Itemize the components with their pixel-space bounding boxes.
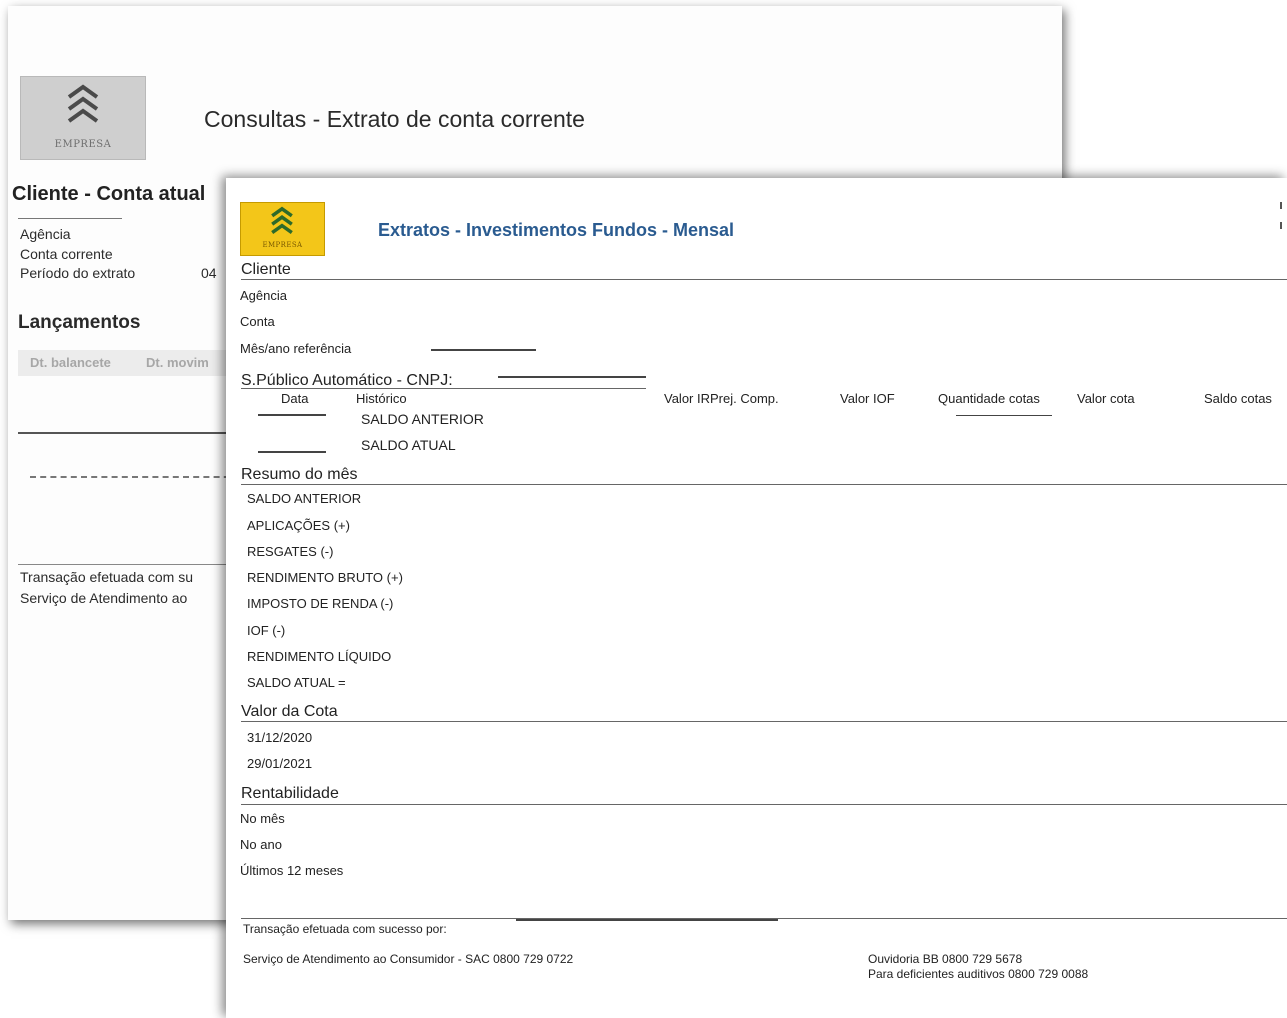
footer-servico: Serviço de Atendimento ao (20, 590, 188, 606)
edge-mark (1280, 222, 1282, 229)
rentabilidade-item: No ano (240, 837, 282, 852)
section-rule (241, 804, 1287, 805)
front-document-page: EMPRESA Extratos - Investimentos Fundos … (226, 178, 1287, 1018)
rentabilidade-heading: Rentabilidade (241, 785, 339, 802)
cliente-heading: Cliente - Conta atual (12, 183, 206, 205)
footer-sac: Serviço de Atendimento ao Consumidor - S… (243, 952, 574, 966)
cliente-heading: Cliente (241, 261, 291, 278)
redacted-name (516, 919, 778, 921)
section-rule (241, 721, 1287, 722)
resumo-item: RENDIMENTO LÍQUIDO (247, 649, 392, 664)
bank-logo-icon (271, 206, 293, 234)
redacted-value (956, 415, 1052, 416)
footer-transacao: Transação efetuada com sucesso por: (243, 922, 447, 936)
resumo-heading: Resumo do mês (241, 466, 358, 483)
table-header: Dt. balancete Dt. movim (18, 350, 238, 376)
redacted-value (431, 349, 536, 351)
divider (18, 218, 122, 219)
column-header-quantidade: Quantidade cotas (938, 391, 1040, 406)
cota-date: 31/12/2020 (247, 730, 313, 745)
resumo-item: IMPOSTO DE RENDA (-) (247, 596, 394, 611)
resumo-item: IOF (-) (247, 623, 286, 638)
resumo-item: APLICAÇÕES (+) (247, 518, 350, 533)
page-title: Consultas - Extrato de conta corrente (204, 106, 585, 132)
resumo-item: RENDIMENTO BRUTO (+) (247, 570, 403, 585)
column-header: Dt. movim (146, 355, 209, 370)
agencia-label: Agência (20, 226, 71, 242)
footer-ouvidoria: Ouvidoria BB 0800 729 5678 (868, 952, 1023, 966)
section-rule (241, 484, 1287, 485)
resumo-item: SALDO ATUAL = (247, 675, 346, 690)
footer-transacao: Transação efetuada com su (20, 569, 194, 585)
edge-mark (1280, 202, 1282, 209)
rentabilidade-item: No mês (240, 811, 285, 826)
logo-caption: EMPRESA (262, 241, 303, 249)
mes-ano-label: Mês/ano referência (240, 341, 352, 356)
divider (18, 564, 248, 565)
bank-logo-gray: EMPRESA (20, 76, 146, 160)
column-header-irprej: Valor IRPrej. Comp. (664, 391, 779, 406)
resumo-item: RESGATES (-) (247, 544, 334, 559)
table-row: SALDO ATUAL (361, 437, 456, 453)
column-header-valor-cota: Valor cota (1077, 391, 1135, 406)
rentabilidade-item: Últimos 12 meses (240, 863, 344, 878)
column-header-saldo-cotas: Saldo cotas (1204, 391, 1272, 406)
redacted-date (258, 414, 326, 416)
bank-logo-icon (67, 84, 99, 123)
lancamentos-heading: Lançamentos (18, 312, 141, 333)
column-header: Dt. balancete (30, 355, 111, 370)
periodo-value: 04 (201, 265, 217, 281)
resumo-item: SALDO ANTERIOR (247, 491, 362, 506)
redacted-cnpj (498, 376, 646, 378)
column-header-iof: Valor IOF (840, 391, 895, 406)
bank-logo-yellow: EMPRESA (240, 202, 325, 256)
section-rule (241, 279, 1287, 280)
valor-cota-heading: Valor da Cota (241, 703, 338, 720)
conta-corrente-label: Conta corrente (20, 246, 113, 262)
cota-date: 29/01/2021 (247, 756, 313, 771)
periodo-label: Período do extrato (20, 265, 136, 281)
section-rule (241, 388, 646, 389)
column-header-data: Data (281, 391, 309, 406)
column-header-historico: Histórico (356, 391, 407, 406)
divider (18, 432, 248, 434)
conta-label: Conta (240, 314, 275, 329)
dashed-divider (30, 476, 240, 478)
logo-caption: EMPRESA (54, 139, 112, 150)
agencia-label: Agência (240, 288, 287, 303)
footer-deficientes: Para deficientes auditivos 0800 729 0088 (868, 967, 1089, 981)
table-row: SALDO ANTERIOR (361, 411, 484, 427)
page-title: Extratos - Investimentos Fundos - Mensal (378, 220, 735, 240)
redacted-date (258, 451, 326, 453)
